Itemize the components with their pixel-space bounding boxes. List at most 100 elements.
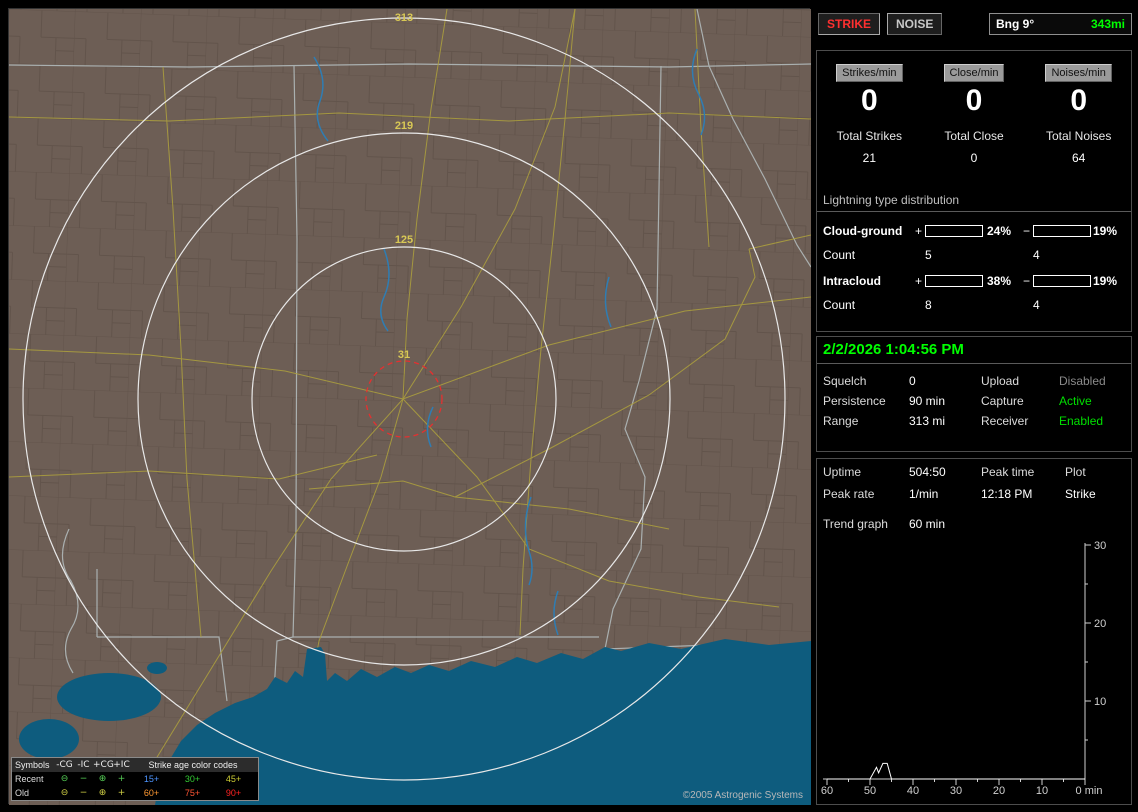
ring-label-219: 219 xyxy=(395,120,413,132)
bearing-value: 343mi xyxy=(1090,17,1125,31)
legend-row-label: Old xyxy=(15,788,30,798)
cg-negative-pct: 19% xyxy=(1093,224,1118,238)
strikes-per-min-value: 0 xyxy=(860,84,878,117)
cloud-ground-count-row: Count 5 4 xyxy=(817,248,1131,262)
distribution-title: Lightning type distribution xyxy=(817,193,1131,212)
neg-ic-old-icon: − xyxy=(79,788,88,798)
legend-recent-row: Recent ⊖ − ⊕ + 15+ 30+ 45+ xyxy=(12,772,258,786)
uptime-row: Uptime 504:50 Peak time Plot xyxy=(817,465,1131,487)
x-tick-0min: 0 min xyxy=(1076,785,1103,797)
legend-age-header: Strike age color codes xyxy=(148,760,238,770)
trend-panel: Uptime 504:50 Peak time Plot Peak rate 1… xyxy=(816,458,1132,805)
peak-time-label: Peak time xyxy=(981,465,1035,479)
ic-positive-pct: 38% xyxy=(987,274,1012,288)
ring-label-313: 313 xyxy=(395,12,413,24)
rate-columns: Strikes/min 0 Total Strikes 21 Close/min… xyxy=(817,51,1131,165)
pos-cg-recent-icon: ⊕ xyxy=(98,774,107,784)
bearing-range-box: Bng 9° 343mi xyxy=(989,13,1132,35)
age-45: 45+ xyxy=(225,774,242,784)
uptime-label: Uptime xyxy=(823,465,862,479)
map-area[interactable]: 313 219 125 31 Symbols -CG -IC +CG +IC S… xyxy=(8,8,811,805)
cg-positive-count: 5 xyxy=(925,248,932,262)
legend-row-label: Recent xyxy=(15,774,44,784)
y-tick-10: 10 xyxy=(1094,696,1106,708)
x-tick-20: 20 xyxy=(993,785,1005,797)
cg-positive-bar xyxy=(925,225,983,237)
datetime-display: 2/2/2026 1:04:56 PM xyxy=(817,337,1131,364)
legend-old-row: Old ⊖ − ⊕ + 60+ 75+ 90+ xyxy=(12,786,258,800)
strike-stats-panel: Strikes/min 0 Total Strikes 21 Close/min… xyxy=(816,50,1132,332)
squelch-label: Squelch xyxy=(823,374,867,388)
range-row: Range 313 mi Receiver Enabled xyxy=(817,414,1131,434)
peak-rate-label: Peak rate xyxy=(823,487,875,501)
age-90: 90+ xyxy=(225,788,242,798)
ring-label-31: 31 xyxy=(398,349,410,361)
plus-sign: + xyxy=(915,224,923,238)
x-tick-30: 30 xyxy=(950,785,962,797)
settings-rows: Squelch 0 Upload Disabled Persistence 90… xyxy=(817,374,1131,434)
intracloud-row: Intracloud + 38% − 19% xyxy=(817,274,1131,288)
x-tick-60: 60 xyxy=(821,785,833,797)
copyright-text: ©2005 Astrogenic Systems xyxy=(682,790,803,801)
strikes-per-min-column: Strikes/min 0 Total Strikes 21 xyxy=(817,63,922,165)
plus-sign: + xyxy=(915,274,923,288)
total-strikes-label: Total Strikes xyxy=(836,129,903,143)
mode-toolbar: STRIKE NOISE Bng 9° 343mi xyxy=(818,10,1132,38)
cg-positive-pct: 24% xyxy=(987,224,1012,238)
capture-status: Active xyxy=(1059,394,1092,408)
plot-label: Plot xyxy=(1065,465,1086,479)
total-close-value: 0 xyxy=(970,151,978,165)
x-tick-40: 40 xyxy=(907,785,919,797)
y-tick-20: 20 xyxy=(1094,618,1106,630)
cg-negative-bar xyxy=(1033,225,1091,237)
total-strikes-value: 21 xyxy=(862,151,877,165)
noises-per-min-button[interactable]: Noises/min xyxy=(1045,64,1112,82)
ic-positive-count: 8 xyxy=(925,298,932,312)
range-value: 313 mi xyxy=(909,414,946,428)
uptime-value: 504:50 xyxy=(909,465,946,479)
minus-sign: − xyxy=(1023,274,1031,288)
total-noises-value: 64 xyxy=(1072,151,1086,165)
map-svg[interactable]: 313 219 125 31 xyxy=(9,9,811,805)
receiver-status-panel: 2/2/2026 1:04:56 PM Squelch 0 Upload Dis… xyxy=(816,336,1132,452)
squelch-row: Squelch 0 Upload Disabled xyxy=(817,374,1131,394)
close-per-min-column: Close/min 0 Total Close 0 xyxy=(922,63,1027,165)
receiver-status: Enabled xyxy=(1059,414,1104,428)
trend-axes xyxy=(823,543,1091,785)
close-per-min-button[interactable]: Close/min xyxy=(943,64,1005,82)
total-noises-label: Total Noises xyxy=(1045,129,1112,143)
ic-negative-count: 4 xyxy=(1033,298,1040,312)
bearing-label: Bng 9° xyxy=(996,17,1035,31)
intracloud-count-row: Count 8 4 xyxy=(817,298,1131,312)
intracloud-label: Intracloud xyxy=(823,274,882,288)
ic-negative-bar xyxy=(1033,275,1091,287)
legend-symbols-header: Symbols xyxy=(15,760,50,770)
count-label: Count xyxy=(823,248,856,262)
legend-col-neg-cg: -CG xyxy=(56,760,73,770)
x-tick-50: 50 xyxy=(864,785,876,797)
upload-status: Disabled xyxy=(1059,374,1106,388)
capture-label: Capture xyxy=(981,394,1024,408)
age-75: 75+ xyxy=(184,788,201,798)
app-window: 313 219 125 31 Symbols -CG -IC +CG +IC S… xyxy=(0,0,1138,812)
map-legend: Symbols -CG -IC +CG +IC Strike age color… xyxy=(11,757,259,801)
peak-rate-row: Peak rate 1/min 12:18 PM Strike xyxy=(817,487,1131,509)
x-tick-10: 10 xyxy=(1036,785,1048,797)
noise-mode-button[interactable]: NOISE xyxy=(887,13,943,35)
persistence-label: Persistence xyxy=(823,394,886,408)
persistence-row: Persistence 90 min Capture Active xyxy=(817,394,1131,414)
age-30: 30+ xyxy=(184,774,201,784)
pos-ic-recent-icon: + xyxy=(117,774,126,784)
ic-negative-pct: 19% xyxy=(1093,274,1118,288)
noises-per-min-value: 0 xyxy=(1070,84,1088,117)
pos-cg-old-icon: ⊕ xyxy=(98,788,107,798)
peak-time-value: 12:18 PM xyxy=(981,487,1033,501)
peak-rate-value: 1/min xyxy=(909,487,939,501)
trend-graph: 30 20 10 60 50 40 30 20 10 0 min xyxy=(821,540,1106,797)
pos-ic-old-icon: + xyxy=(117,788,126,798)
neg-ic-recent-icon: − xyxy=(79,774,88,784)
cloud-ground-row: Cloud-ground + 24% − 19% xyxy=(817,224,1131,238)
strikes-per-min-button[interactable]: Strikes/min xyxy=(836,64,903,82)
strike-mode-button[interactable]: STRIKE xyxy=(818,13,881,35)
trend-graph-label: Trend graph xyxy=(823,517,888,531)
